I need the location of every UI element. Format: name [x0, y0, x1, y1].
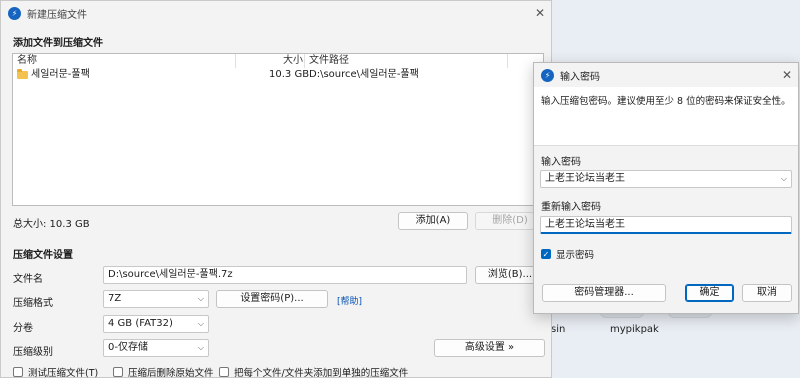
level-value: 0-仅存储: [108, 342, 148, 353]
password-input[interactable]: 上老王论坛当老王 ⌵: [540, 170, 792, 188]
folder-icon: [17, 69, 28, 79]
checkbox-box[interactable]: [113, 367, 123, 377]
column-header-name[interactable]: 名称: [17, 54, 37, 68]
row-size: 10.3 GB: [269, 69, 310, 80]
column-header-path[interactable]: 文件路径: [309, 54, 349, 68]
total-size: 总大小: 10.3 GB: [13, 219, 90, 230]
checkbox-box[interactable]: [219, 367, 229, 377]
file-list[interactable]: 名称 大小 文件路径 세일러문-풀팩 10.3 GB D:\source\세일러…: [12, 53, 544, 206]
checkbox-label: 把每个文件/文件夹添加到单独的压缩文件: [234, 368, 409, 378]
separate-archives-checkbox[interactable]: 把每个文件/文件夹添加到单独的压缩文件: [219, 365, 408, 378]
format-label: 压缩格式: [13, 298, 53, 309]
checkbox-label: 压缩后删除原始文件: [128, 368, 214, 378]
level-select[interactable]: 0-仅存储 ⌵: [103, 339, 209, 357]
test-archive-checkbox[interactable]: 测试压缩文件(T): [13, 365, 98, 378]
confirm-password-input[interactable]: 上老王论坛当老王: [540, 216, 792, 234]
title-bar: ⚡ 新建压缩文件: [1, 1, 551, 25]
desktop-label-sin[interactable]: sin: [551, 324, 565, 335]
password-manager-button[interactable]: 密码管理器...: [542, 284, 666, 302]
checkbox-box[interactable]: ✓: [541, 249, 551, 259]
format-select[interactable]: 7Z ⌵: [103, 290, 209, 308]
level-label: 压缩级别: [13, 347, 53, 358]
volume-select[interactable]: 4 GB (FAT32) ⌵: [103, 315, 209, 333]
cancel-button[interactable]: 取消: [742, 284, 792, 302]
filename-field[interactable]: D:\source\세일러문-풀팩.7z: [103, 266, 467, 284]
row-path: D:\source\세일러문-풀팩: [309, 69, 419, 80]
dialog-title: 输入密码: [560, 71, 600, 83]
column-header-size[interactable]: 大小: [283, 54, 303, 68]
volume-value: 4 GB (FAT32): [108, 318, 173, 329]
chevron-down-icon: ⌵: [197, 319, 204, 328]
password-value: 上老王论坛当老王: [545, 173, 625, 184]
dialog-description: 输入压缩包密码。建议使用至少 8 位的密码来保证安全性。: [541, 96, 791, 107]
row-name: 세일러문-풀팩: [31, 69, 90, 80]
advanced-settings-button[interactable]: 高级设置 »: [434, 339, 545, 357]
dialog-title-bar: ⚡ 输入密码: [534, 63, 798, 87]
password-dialog: ⚡ 输入密码 ✕ 输入压缩包密码。建议使用至少 8 位的密码来保证安全性。 输入…: [533, 62, 799, 314]
password-label: 输入密码: [541, 157, 581, 168]
confirm-password-label: 重新输入密码: [541, 202, 601, 213]
add-files-heading: 添加文件到压缩文件: [13, 38, 103, 49]
checkbox-label: 测试压缩文件(T): [28, 368, 99, 378]
app-logo-icon: ⚡: [541, 68, 554, 82]
chevron-down-icon: ⌵: [197, 294, 204, 303]
checkbox-label: 显示密码: [556, 250, 595, 261]
checkbox-box[interactable]: [13, 367, 23, 377]
delete-after-checkbox[interactable]: 压缩后删除原始文件: [113, 365, 214, 378]
filename-label: 文件名: [13, 274, 43, 285]
table-row[interactable]: 세일러문-풀팩 10.3 GB D:\source\세일러문-풀팩: [13, 68, 543, 82]
ok-button[interactable]: 确定: [685, 284, 734, 302]
close-icon[interactable]: ✕: [532, 5, 548, 21]
set-password-button[interactable]: 设置密码(P)...: [216, 290, 328, 308]
help-link[interactable]: [帮助]: [337, 294, 362, 307]
compress-window: ⚡ 新建压缩文件 ✕ 添加文件到压缩文件 名称 大小 文件路径 세일러문-풀팩 …: [0, 0, 552, 378]
chevron-down-icon: ⌵: [197, 343, 204, 352]
dialog-description-panel: 输入压缩包密码。建议使用至少 8 位的密码来保证安全性。: [534, 87, 798, 145]
confirm-password-value: 上老王论坛当老王: [545, 219, 625, 230]
app-logo-icon: ⚡: [8, 6, 21, 20]
show-password-checkbox[interactable]: ✓ 显示密码: [541, 247, 594, 261]
desktop-label-mypikpak[interactable]: mypikpak: [610, 324, 659, 335]
add-button[interactable]: 添加(A): [398, 212, 468, 230]
chevron-down-icon[interactable]: ⌵: [781, 171, 787, 187]
settings-heading: 压缩文件设置: [13, 250, 73, 261]
format-value: 7Z: [108, 293, 122, 304]
window-title: 新建压缩文件: [27, 9, 87, 21]
close-icon[interactable]: ✕: [779, 67, 795, 83]
volume-label: 分卷: [13, 323, 33, 334]
